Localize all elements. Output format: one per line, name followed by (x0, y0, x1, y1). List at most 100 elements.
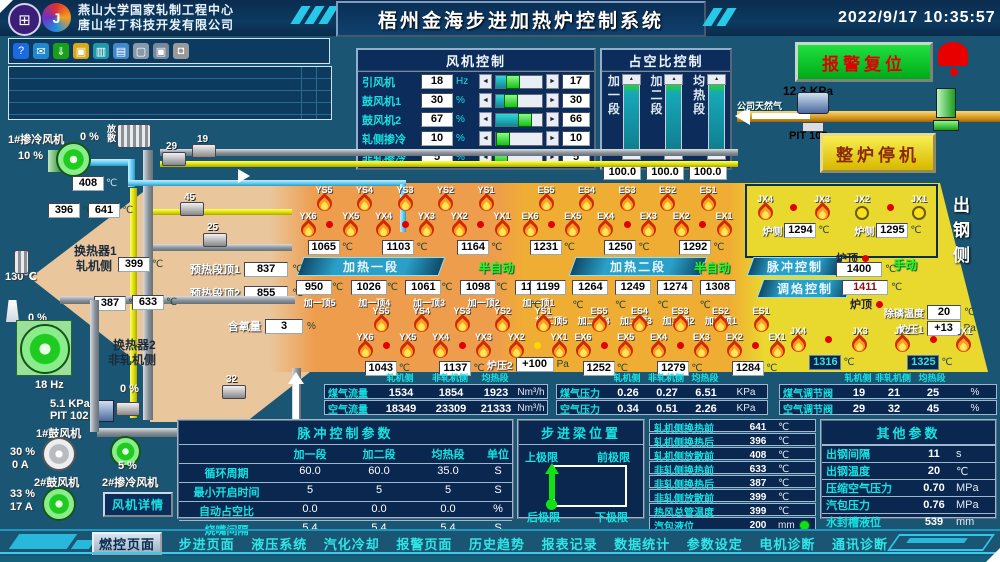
burner-YX6[interactable]: YX6 (350, 332, 380, 358)
slider-left-button[interactable]: ◄ (479, 74, 492, 89)
burner-YX2[interactable]: YX2 (501, 332, 531, 358)
furnace-stop-button[interactable]: 整炉停机 (820, 133, 936, 173)
fan-slider-thumb[interactable] (506, 75, 520, 89)
burner-EX6[interactable]: EX6 (568, 332, 598, 358)
slider-right-button[interactable]: ► (546, 131, 559, 146)
burner-JX2[interactable]: JX2 (887, 326, 917, 352)
left-valve-icon[interactable] (116, 402, 140, 416)
burner-EX5[interactable]: EX5 (558, 211, 588, 237)
tab-参数设定[interactable]: 参数设定 (687, 534, 743, 553)
burner-YX4[interactable]: YX4 (426, 332, 456, 358)
duty-up-button[interactable]: ▴ (664, 74, 683, 85)
burner-EX1[interactable]: EX1 (709, 211, 739, 237)
fan-detail-button[interactable]: 风机详情 (103, 492, 173, 517)
burner-YX5[interactable]: YX5 (336, 211, 366, 237)
burner-ES1[interactable]: ES1 (693, 185, 723, 211)
slider-right-button[interactable]: ► (546, 93, 559, 108)
burner-YS2[interactable]: YS2 (488, 306, 518, 332)
burner-ES4[interactable]: ES4 (625, 306, 655, 332)
chart-icon[interactable]: ▥ (93, 43, 109, 59)
burner-YS4[interactable]: YS4 (407, 306, 437, 332)
burner-YX2[interactable]: YX2 (444, 211, 474, 237)
fan-row-setpoint[interactable]: 17 (562, 74, 590, 89)
fan-row-value[interactable]: 30 (421, 93, 453, 108)
fan-slider[interactable] (495, 94, 543, 108)
print-icon[interactable]: ▣ (153, 43, 169, 59)
burner-YX4[interactable]: YX4 (369, 211, 399, 237)
midfan-icon[interactable] (20, 324, 70, 374)
duty-value[interactable]: 100.0 (646, 165, 684, 180)
burner-EX2[interactable]: EX2 (666, 211, 696, 237)
duty-slider[interactable]: ▴▾ (708, 74, 725, 160)
lock-icon[interactable]: ◘ (173, 43, 189, 59)
burner-EX5[interactable]: EX5 (611, 332, 641, 358)
send-icon[interactable]: ✉ (33, 43, 49, 59)
folder-icon[interactable]: ▣ (73, 43, 89, 59)
alarm-bell-icon[interactable] (938, 42, 968, 66)
duty-value[interactable]: 100.0 (603, 165, 641, 180)
valve-29-icon[interactable] (162, 152, 186, 166)
fan-slider[interactable] (495, 75, 543, 89)
valve-32-icon[interactable] (222, 385, 246, 399)
burner-JX2[interactable]: JX2 (847, 194, 877, 220)
tab-报警页面[interactable]: 报警页面 (396, 534, 452, 553)
flame-control-button[interactable]: 调焰控制 (757, 279, 854, 298)
burner-YS1[interactable]: YS1 (528, 306, 558, 332)
fan-row-setpoint[interactable]: 10 (562, 131, 590, 146)
burner-ES5[interactable]: ES5 (531, 185, 561, 211)
burner-YX1[interactable]: YX1 (487, 211, 517, 237)
report-icon[interactable]: ▤ (113, 43, 129, 59)
fan-slider-thumb[interactable] (504, 94, 518, 108)
burner-YS4[interactable]: YS4 (350, 185, 380, 211)
burner-YS2[interactable]: YS2 (431, 185, 461, 211)
burner-EX4[interactable]: EX4 (591, 211, 621, 237)
blower1-icon[interactable] (42, 437, 76, 471)
burner-ES3[interactable]: ES3 (612, 185, 642, 211)
burner-ES4[interactable]: ES4 (572, 185, 602, 211)
burner-JX3[interactable]: JX3 (845, 326, 875, 352)
download-icon[interactable]: ⇓ (53, 43, 69, 59)
burner-JX4[interactable]: JX4 (750, 194, 780, 220)
duty-up-button[interactable]: ▴ (707, 74, 726, 85)
alarm-reset-button[interactable]: 报警复位 (795, 42, 933, 82)
fan-slider[interactable] (495, 113, 543, 127)
valve-45-icon[interactable] (180, 202, 204, 216)
burner-JX3[interactable]: JX3 (807, 194, 837, 220)
burner-ES2[interactable]: ES2 (653, 185, 683, 211)
valve-25-icon[interactable] (203, 233, 227, 247)
burner-ES2[interactable]: ES2 (706, 306, 736, 332)
fan-slider[interactable] (495, 132, 543, 146)
fan-row-value[interactable]: 10 (421, 131, 453, 146)
burner-ES3[interactable]: ES3 (665, 306, 695, 332)
fan-slider-thumb[interactable] (518, 113, 532, 127)
tab-通讯诊断[interactable]: 通讯诊断 (832, 534, 888, 553)
burner-EX6[interactable]: EX6 (515, 211, 545, 237)
tab-汽化冷却[interactable]: 汽化冷却 (324, 534, 380, 553)
burner-YX5[interactable]: YX5 (393, 332, 423, 358)
slider-right-button[interactable]: ► (546, 112, 559, 127)
burner-JX4[interactable]: JX4 (783, 326, 813, 352)
burner-EX2[interactable]: EX2 (719, 332, 749, 358)
tab-步进页面[interactable]: 步进页面 (179, 534, 235, 553)
slider-left-button[interactable]: ◄ (479, 131, 492, 146)
duty-up-button[interactable]: ▴ (622, 74, 641, 85)
burner-JX1[interactable]: JX1 (904, 194, 934, 220)
fan-row-value[interactable]: 67 (421, 112, 453, 127)
burner-YS1[interactable]: YS1 (471, 185, 501, 211)
blower2-icon[interactable] (42, 487, 76, 521)
pit103-transmitter-icon[interactable] (797, 92, 829, 114)
duty-value[interactable]: 100.0 (689, 165, 727, 180)
burner-YS3[interactable]: YS3 (447, 306, 477, 332)
burner-YS5[interactable]: YS5 (366, 306, 396, 332)
fan-slider-thumb[interactable] (496, 132, 510, 146)
burner-EX3[interactable]: EX3 (633, 211, 663, 237)
tab-液压系统[interactable]: 液压系统 (251, 534, 307, 553)
burner-YS3[interactable]: YS3 (390, 185, 420, 211)
tab-电机诊断[interactable]: 电机诊断 (759, 534, 815, 553)
burner-YX3[interactable]: YX3 (411, 211, 441, 237)
burner-YX3[interactable]: YX3 (468, 332, 498, 358)
burner-EX4[interactable]: EX4 (644, 332, 674, 358)
burner-YX6[interactable]: YX6 (293, 211, 323, 237)
tab-历史趋势[interactable]: 历史趋势 (469, 534, 525, 553)
fan-row-value[interactable]: 18 (421, 74, 453, 89)
